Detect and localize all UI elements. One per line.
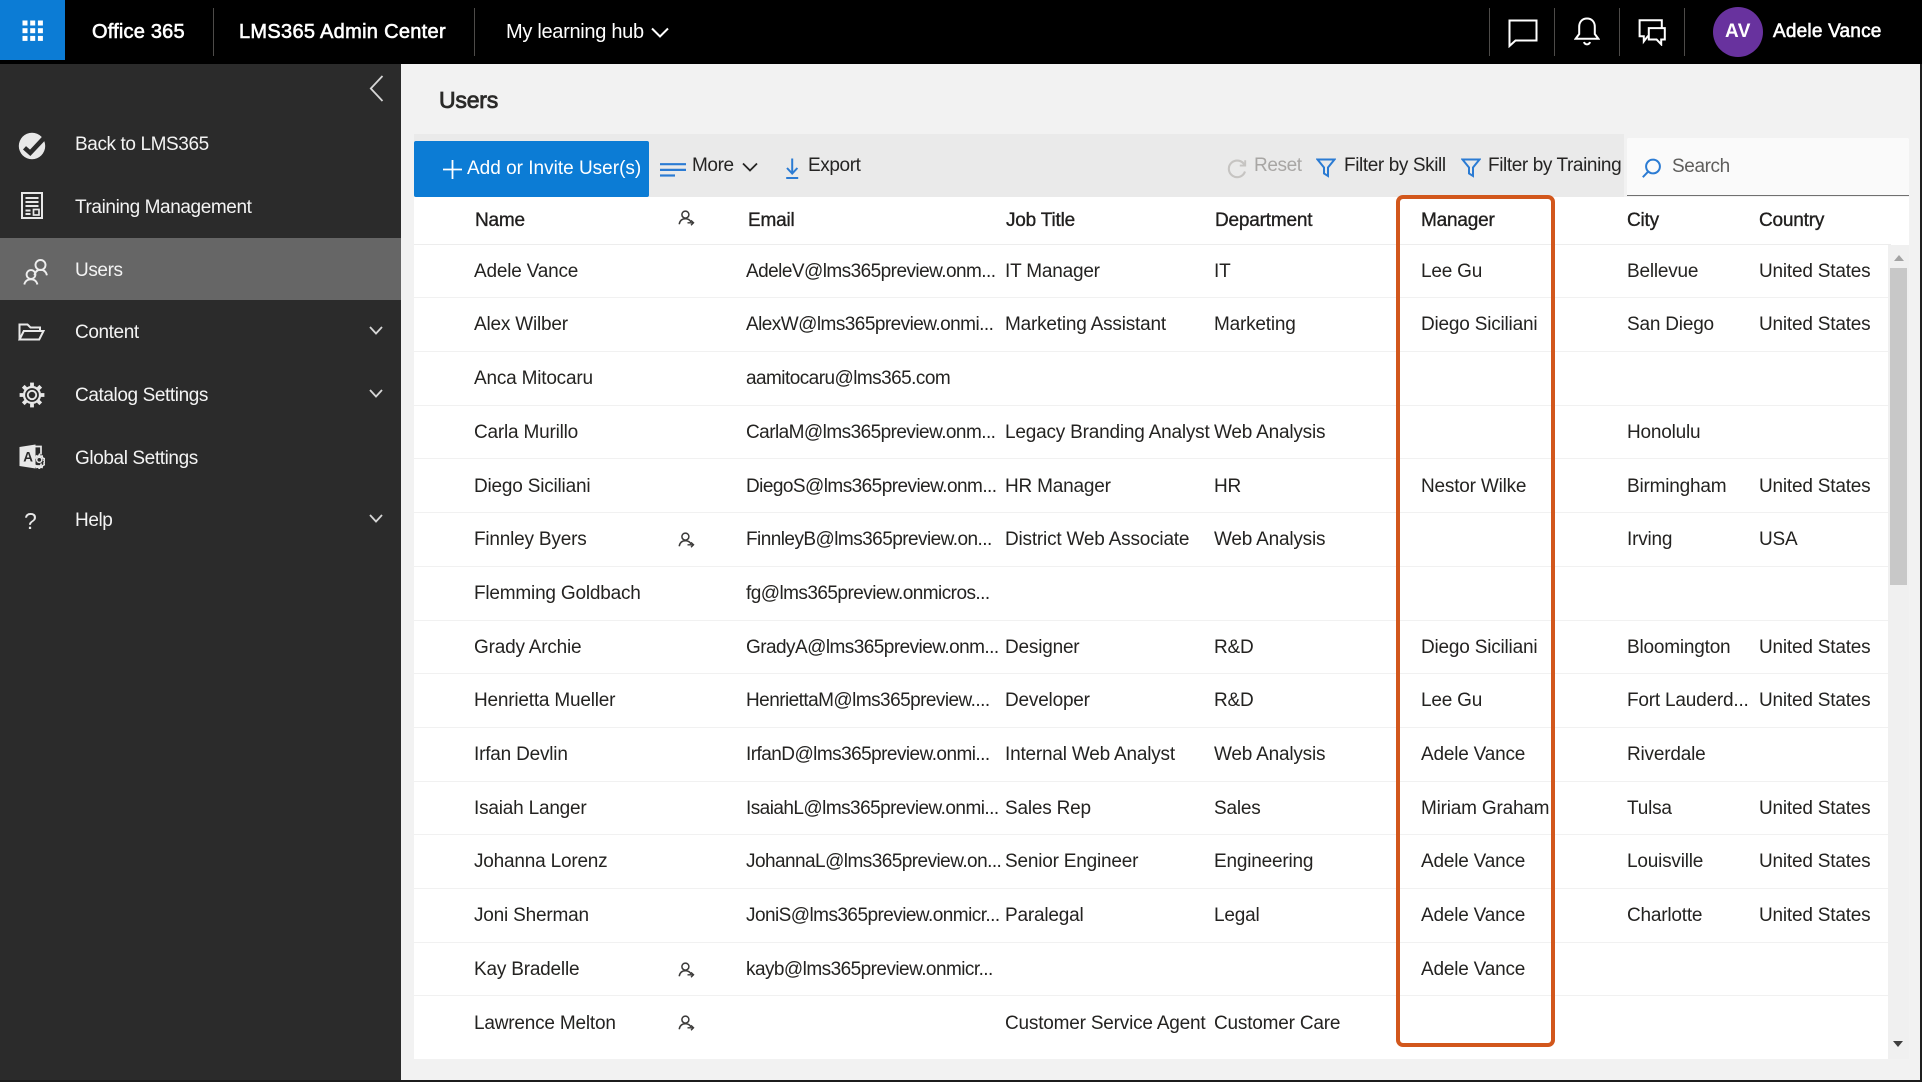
svg-text:A: A <box>23 450 33 465</box>
